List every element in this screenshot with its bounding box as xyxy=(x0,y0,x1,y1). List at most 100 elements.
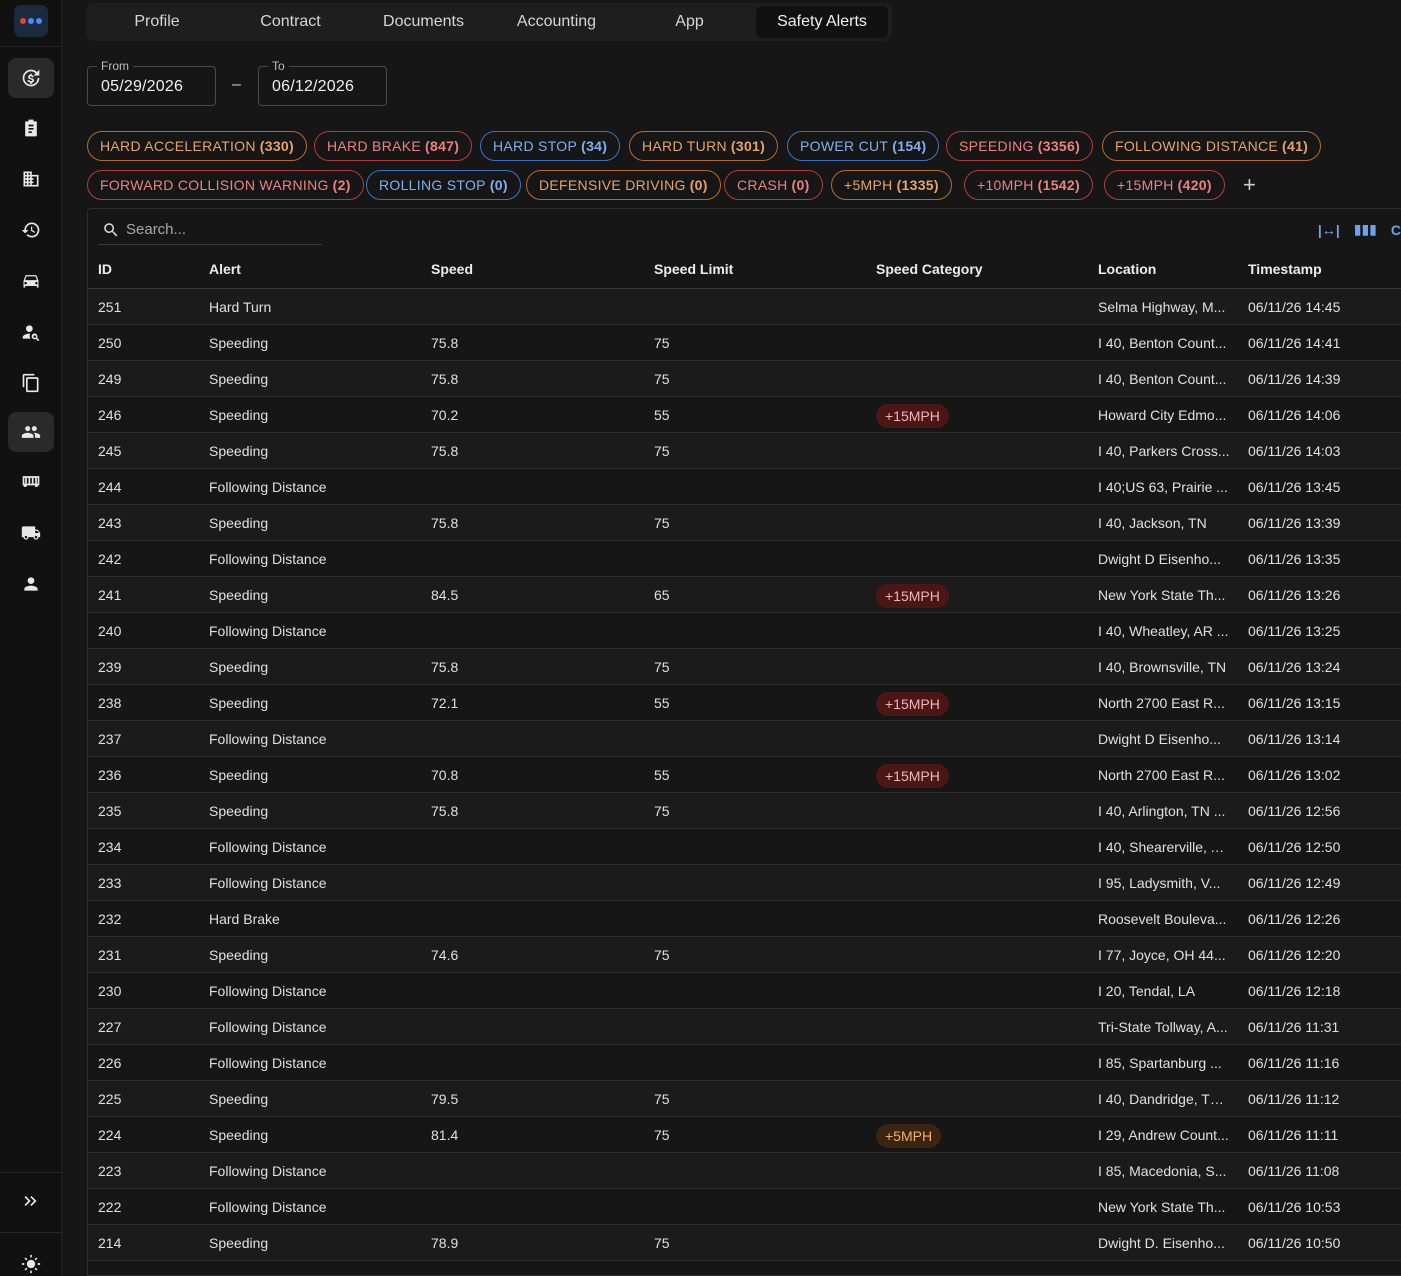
cell-id: 236 xyxy=(98,767,122,783)
group-icon[interactable] xyxy=(8,412,54,452)
column-header-speed-category[interactable]: Speed Category xyxy=(876,261,983,277)
table-row[interactable]: 238 Speeding 72.1 55 North 2700 East R... 06/… xyxy=(88,685,1401,721)
cell-location: I 40, Jackson, TN xyxy=(1098,515,1207,531)
cell-location: Dwight D Eisenho... xyxy=(1098,731,1221,747)
column-header-speed-limit[interactable]: Speed Limit xyxy=(654,261,733,277)
column-header-alert[interactable]: Alert xyxy=(209,261,241,277)
filter-chip-rolling-stop[interactable]: ROLLING STOP (0) xyxy=(366,170,521,200)
columns-icon[interactable]: ▮▮▮ xyxy=(1354,221,1377,238)
to-date-field[interactable]: To 06/12/2026 xyxy=(258,59,387,106)
cell-timestamp: 06/11/26 11:31 xyxy=(1248,1019,1340,1035)
user-search-icon[interactable] xyxy=(8,312,54,352)
column-header-id[interactable]: ID xyxy=(98,261,112,277)
chip-label: +10MPH xyxy=(977,177,1034,193)
truck-icon[interactable] xyxy=(8,513,54,553)
cell-id: 214 xyxy=(98,1235,122,1251)
filter-chip-plus-10mph[interactable]: +10MPH (1542) xyxy=(964,170,1093,200)
table-row[interactable]: 243 Speeding 75.8 75 I 40, Jackson, TN 06/11/… xyxy=(88,505,1401,541)
filter-chip-hard-turn[interactable]: HARD TURN (301) xyxy=(629,131,779,161)
billing-icon[interactable] xyxy=(8,58,54,98)
toolbar-partial-label[interactable]: C xyxy=(1391,222,1401,238)
filter-chip-hard-brake[interactable]: HARD BRAKE (847) xyxy=(314,131,473,161)
table-row[interactable]: 224 Speeding 81.4 75 I 29, Andrew Count... 06… xyxy=(88,1117,1401,1153)
filter-chip-hard-stop[interactable]: HARD STOP (34) xyxy=(480,131,621,161)
table-row[interactable]: 249 Speeding 75.8 75 I 40, Benton Count... 06… xyxy=(88,361,1401,397)
filter-chip-hard-acceleration[interactable]: HARD ACCELERATION (330) xyxy=(87,131,307,161)
search-icon xyxy=(104,222,118,236)
cell-id: 242 xyxy=(98,551,122,567)
building-icon[interactable] xyxy=(8,159,54,199)
table-row[interactable]: 223 Following Distance I 85, Macedonia, S.… xyxy=(88,1153,1401,1189)
cell-timestamp: 06/11/26 13:15 xyxy=(1248,695,1341,711)
filter-chip-following-distance[interactable]: FOLLOWING DISTANCE (41) xyxy=(1102,131,1322,161)
table-row[interactable]: 245 Speeding 75.8 75 I 40, Parkers Cross... 0… xyxy=(88,433,1401,469)
table-row[interactable]: 231 Speeding 74.6 75 I 77, Joyce, OH 44... 06… xyxy=(88,937,1401,973)
filter-chip-forward-collision-warning[interactable]: FORWARD COLLISION WARNING (2) xyxy=(87,170,364,200)
clipboard-icon[interactable] xyxy=(8,108,54,148)
cell-limit: 55 xyxy=(654,407,670,423)
cell-id: 250 xyxy=(98,335,122,351)
cell-timestamp: 06/11/26 13:45 xyxy=(1248,479,1341,495)
filter-chip-plus-15mph[interactable]: +15MPH (420) xyxy=(1104,170,1225,200)
filter-chip-defensive-driving[interactable]: DEFENSIVE DRIVING (0) xyxy=(526,170,721,200)
tab-safety-alerts[interactable]: Safety Alerts xyxy=(756,6,888,38)
table-row[interactable]: 241 Speeding 84.5 65 New York State Th... 06/… xyxy=(88,577,1401,613)
cell-timestamp: 06/11/26 11:16 xyxy=(1248,1055,1340,1071)
cell-id: 244 xyxy=(98,479,122,495)
cell-alert: Following Distance xyxy=(209,1019,327,1035)
person-icon[interactable] xyxy=(8,564,54,604)
filter-chip-power-cut[interactable]: POWER CUT (154) xyxy=(787,131,940,161)
tab-contract[interactable]: Contract xyxy=(224,6,357,38)
table-body: 251 Hard Turn Selma Highway, M... 06/11/26 … xyxy=(88,289,1401,1261)
cell-id: 241 xyxy=(98,587,122,603)
speed-category-badge: +15MPH xyxy=(876,764,949,788)
table-row[interactable]: 234 Following Distance I 40, Shearerville,… xyxy=(88,829,1401,865)
search-input[interactable] xyxy=(126,221,316,238)
table-row[interactable]: 232 Hard Brake Roosevelt Bouleva... 06/11/2… xyxy=(88,901,1401,937)
table-row[interactable]: 236 Speeding 70.8 55 North 2700 East R... 06/… xyxy=(88,757,1401,793)
filter-chip-plus-5mph[interactable]: +5MPH (1335) xyxy=(831,170,952,200)
trailer-icon[interactable] xyxy=(8,462,54,502)
add-filter-button[interactable]: + xyxy=(1243,172,1256,198)
table-row[interactable]: 244 Following Distance I 40;US 63, Prairie… xyxy=(88,469,1401,505)
table-row[interactable]: 235 Speeding 75.8 75 I 40, Arlington, TN ...… xyxy=(88,793,1401,829)
tab-accounting[interactable]: Accounting xyxy=(490,6,623,38)
table-row[interactable]: 214 Speeding 78.9 75 Dwight D. Eisenho... 06/… xyxy=(88,1225,1401,1261)
table-row[interactable]: 226 Following Distance I 85, Spartanburg .… xyxy=(88,1045,1401,1081)
tab-documents[interactable]: Documents xyxy=(357,6,490,38)
column-width-icon[interactable]: |↔| xyxy=(1318,222,1340,238)
table-row[interactable]: 225 Speeding 79.5 75 I 40, Dandridge, TN... 0… xyxy=(88,1081,1401,1117)
table-row[interactable]: 240 Following Distance I 40, Wheatley, AR … xyxy=(88,613,1401,649)
column-header-location[interactable]: Location xyxy=(1098,261,1156,277)
table-row[interactable]: 222 Following Distance New York State Th..… xyxy=(88,1189,1401,1225)
cell-timestamp: 06/11/26 14:03 xyxy=(1248,443,1341,459)
chip-label: FOLLOWING DISTANCE xyxy=(1115,138,1279,154)
cell-timestamp: 06/11/26 14:06 xyxy=(1248,407,1341,423)
cell-location: I 29, Andrew Count... xyxy=(1098,1127,1229,1143)
column-header-timestamp[interactable]: Timestamp xyxy=(1248,261,1322,277)
sun-icon[interactable] xyxy=(8,1244,54,1276)
double-chevron-right-icon[interactable] xyxy=(8,1181,54,1221)
cell-alert: Speeding xyxy=(209,335,269,351)
cell-id: 235 xyxy=(98,803,122,819)
table-row[interactable]: 239 Speeding 75.8 75 I 40, Brownsville, TN 06… xyxy=(88,649,1401,685)
from-date-field[interactable]: From 05/29/2026 xyxy=(87,59,216,106)
table-row[interactable]: 227 Following Distance Tri-State Tollway, … xyxy=(88,1009,1401,1045)
filter-chip-crash[interactable]: CRASH (0) xyxy=(724,170,823,200)
table-row[interactable]: 230 Following Distance I 20, Tendal, LA 06/… xyxy=(88,973,1401,1009)
tab-app[interactable]: App xyxy=(623,6,756,38)
vehicle-search-icon[interactable] xyxy=(8,261,54,301)
table-row[interactable]: 242 Following Distance Dwight D Eisenho...… xyxy=(88,541,1401,577)
table-row[interactable]: 250 Speeding 75.8 75 I 40, Benton Count... 06… xyxy=(88,325,1401,361)
tab-profile[interactable]: Profile xyxy=(90,6,224,38)
table-row[interactable]: 246 Speeding 70.2 55 Howard City Edmo... 06/1… xyxy=(88,397,1401,433)
table-row[interactable]: 237 Following Distance Dwight D Eisenho...… xyxy=(88,721,1401,757)
table-row[interactable]: 251 Hard Turn Selma Highway, M... 06/11/26 … xyxy=(88,289,1401,325)
app-logo-icon[interactable] xyxy=(14,5,48,37)
cell-alert: Following Distance xyxy=(209,875,327,891)
filter-chip-speeding[interactable]: SPEEDING (3356) xyxy=(946,131,1094,161)
copy-icon[interactable] xyxy=(8,363,54,403)
history-icon[interactable] xyxy=(8,210,54,250)
column-header-speed[interactable]: Speed xyxy=(431,261,473,277)
table-row[interactable]: 233 Following Distance I 95, Ladysmith, V.… xyxy=(88,865,1401,901)
